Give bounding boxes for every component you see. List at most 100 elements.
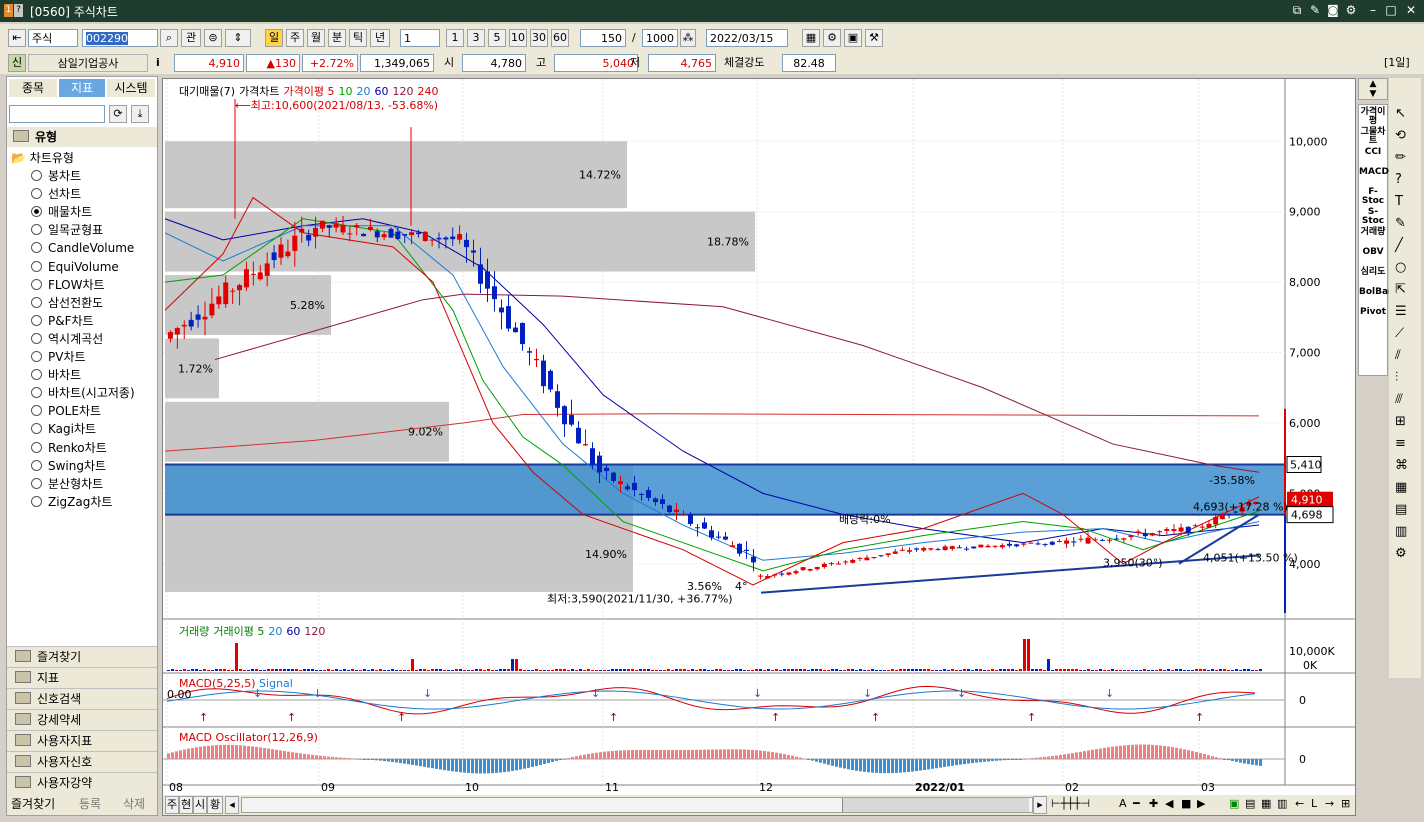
gear-icon[interactable]: ⚙ [1344,3,1358,17]
close-icon[interactable]: ✕ [1404,3,1418,17]
legend-item-1[interactable]: 가격차트 [239,85,279,98]
tools-icon[interactable]: ⚒ [865,29,883,47]
chart-type-18[interactable]: ZigZag차트 [31,493,151,511]
draw-tool-icon-10[interactable]: ⟋ [1395,326,1404,341]
accordion-item-6[interactable]: 사용자강약 [7,772,157,793]
chart-area[interactable]: 14.72% 18.78% 5.28% 1.72% 9.02% 14.90% ⟵최고:10… [162,78,1356,816]
draw-tool-icon-7[interactable]: ○ [1395,260,1406,275]
radio-icon[interactable] [31,477,42,489]
accordion-item-4[interactable]: 사용자지표 [7,730,157,751]
layout-icon[interactable]: ▦ [1261,795,1271,813]
radio-icon[interactable] [31,170,42,181]
radio-icon[interactable] [31,351,42,362]
indicator-shortcut-4[interactable]: F-Stoc [1359,185,1387,206]
tab-stock[interactable]: 종목 [9,79,57,97]
draw-tool-icon-8[interactable]: ⇱ [1395,282,1406,297]
btn-ju[interactable]: 주 [165,796,179,814]
chart-type-13[interactable]: POLE차트 [31,402,151,420]
edit-icon[interactable]: ✎ [1308,3,1322,17]
draw-tool-icon-9[interactable]: ☰ [1395,304,1407,319]
radio-icon[interactable] [31,441,42,453]
scroll-right-icon[interactable]: ▸ [1033,796,1047,814]
period-week[interactable]: 주 [286,29,304,47]
camera-icon[interactable]: ◙ [1326,3,1340,17]
chart-type-0[interactable]: 봉차트 [31,167,151,185]
chart-type-7[interactable]: 삼선전환도 [31,294,151,312]
chart-type-14[interactable]: Kagi차트 [31,420,151,438]
radio-icon[interactable] [31,459,42,471]
chart-type-6[interactable]: FLOW차트 [31,276,151,294]
radio-icon[interactable] [31,495,42,507]
search-icon[interactable]: ⌕ [160,29,178,47]
minimize-icon[interactable]: – [1366,3,1380,17]
total-input[interactable]: 1000 [642,29,678,47]
chart-type-12[interactable]: 바차트(시고저종) [31,384,151,402]
indicator-shortcut-2[interactable]: CCI [1359,145,1387,165]
btn-si[interactable]: 시 [193,796,207,814]
draw-tool-icon-5[interactable]: ✎ [1395,216,1406,231]
legend-item-2[interactable]: 가격이평 5 [284,85,335,98]
period-month[interactable]: 월 [307,29,325,47]
save-icon[interactable]: ▣ [844,29,862,47]
prev-stock-icon[interactable]: ⇤ [8,29,26,47]
scrollbar-thumb[interactable] [842,798,1029,812]
prev-icon[interactable]: ◀ [1165,795,1173,813]
folder-chart-type[interactable]: 📂 차트유형 [11,149,74,166]
minus-icon[interactable]: ━ [1133,795,1140,813]
tab-system[interactable]: 시스템 [107,79,155,97]
period-minute[interactable]: 분 [328,29,346,47]
settings-icon[interactable]: ⚙ [823,29,841,47]
step-5[interactable]: 5 [488,29,506,47]
draw-tool-icon-0[interactable]: ↖ [1395,106,1406,121]
draw-tool-icon-15[interactable]: ≡ [1395,436,1406,451]
legend-item-4[interactable]: 20 [357,85,371,98]
accordion-item-0[interactable]: 즐겨찾기 [7,646,157,667]
step-3[interactable]: 3 [467,29,485,47]
section-type[interactable]: 유형 [7,127,157,147]
draw-tool-icon-18[interactable]: ▤ [1395,502,1407,517]
chart-type-4[interactable]: CandleVolume [31,239,151,257]
radio-icon[interactable] [31,332,42,344]
indicator-shortcut-3[interactable]: MACD [1359,165,1389,185]
tab-favorites[interactable]: 즐겨찾기 [11,795,55,813]
indicator-shortcut-8[interactable]: 심리도 [1359,265,1387,285]
accordion-item-1[interactable]: 지표 [7,667,157,688]
draw-tool-icon-13[interactable]: ⫻ [1395,392,1403,407]
chart-type-9[interactable]: 역시계곡선 [31,330,151,348]
grid-icon[interactable]: ⁂ [680,29,696,47]
draw-tool-icon-1[interactable]: ⟲ [1395,128,1406,143]
draw-tool-icon-17[interactable]: ▦ [1395,480,1407,495]
maximize-icon[interactable]: □ [1384,3,1398,17]
stock-code-input[interactable]: 002290 [82,29,158,47]
back-icon[interactable]: ← [1295,795,1304,813]
chart-type-17[interactable]: 분산형차트 [31,475,151,493]
layout2-icon[interactable]: ▥ [1277,795,1287,813]
scroll-left-icon[interactable]: ◂ [225,796,239,814]
scroll-up-icon[interactable]: ▲ ▼ [1359,79,1387,99]
count-input[interactable]: 150 [580,29,626,47]
lock-icon[interactable]: ⊜ [204,29,222,47]
draw-tool-icon-16[interactable]: ⌘ [1395,458,1408,473]
indicator-shortcut-1[interactable]: 그물차트 [1359,125,1387,146]
legend-item-3[interactable]: 10 [339,85,353,98]
scrollbar-track[interactable] [241,797,1033,813]
info-icon[interactable]: i [156,54,160,72]
draw-tool-icon-2[interactable]: ✏ [1395,150,1406,165]
radio-icon[interactable] [31,387,42,399]
draw-tool-icon-3[interactable]: ? [1395,172,1402,187]
chart-type-10[interactable]: PV차트 [31,348,151,366]
chart-icon[interactable]: ▦ [802,29,820,47]
radio-icon[interactable] [31,369,42,381]
radio-icon[interactable] [31,423,42,435]
link-icon[interactable]: ⧉ [1290,3,1304,17]
legend-item-5[interactable]: 60 [375,85,389,98]
radio-icon[interactable] [31,188,42,200]
zoom-slider-icon[interactable]: ⊢┼┼┼⊣ [1051,795,1090,813]
stop-icon[interactable]: ■ [1181,795,1191,813]
tab-delete[interactable]: 삭제 [123,795,145,813]
indicator-shortcut-5[interactable]: S-Stoc [1359,205,1387,226]
l-icon[interactable]: L [1311,795,1317,813]
step-1[interactable]: 1 [446,29,464,47]
download-icon[interactable]: ⤓ [131,105,149,123]
updown-icon[interactable]: ⇕ [225,29,251,47]
